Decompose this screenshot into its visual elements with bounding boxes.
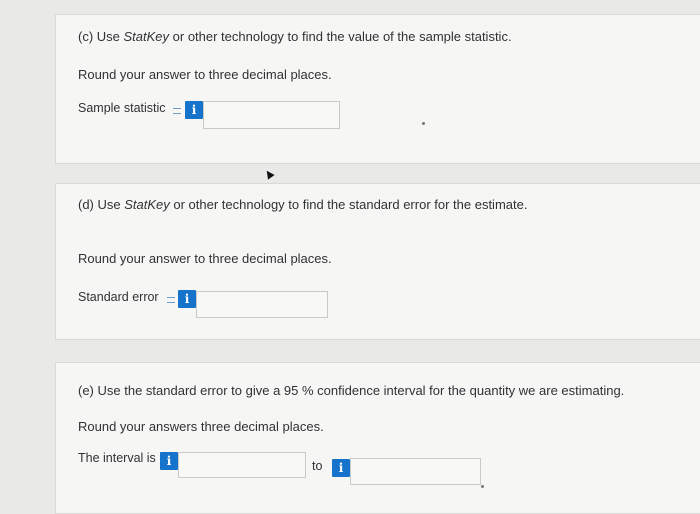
sample-statistic-label: Sample statistic — [78, 101, 166, 115]
part-d-instruction: Round your answer to three decimal place… — [78, 251, 332, 266]
standard-error-input[interactable] — [196, 291, 328, 318]
decorative-dot — [422, 122, 425, 125]
part-d-panel: (d) Use StatKey or other technology to f… — [55, 183, 700, 340]
sample-statistic-input[interactable] — [203, 101, 340, 129]
decorative-dot — [481, 485, 484, 488]
info-icon[interactable]: i — [160, 452, 178, 470]
part-c-instruction: Round your answer to three decimal place… — [78, 67, 332, 82]
part-c-panel: (c) Use StatKey or other technology to f… — [55, 14, 700, 164]
info-icon[interactable]: i — [185, 101, 203, 119]
part-d-question: (d) Use StatKey or other technology to f… — [78, 197, 528, 212]
part-e-panel: (e) Use the standard error to give a 95 … — [55, 362, 700, 514]
standard-error-label: Standard error — [78, 290, 159, 304]
interval-lower-input[interactable] — [178, 452, 306, 478]
info-icon[interactable]: i — [178, 290, 196, 308]
part-e-question: (e) Use the standard error to give a 95 … — [78, 383, 625, 398]
interval-to-label: to — [312, 459, 323, 473]
equals-sign — [173, 108, 181, 114]
interval-upper-input[interactable] — [350, 458, 481, 485]
mouse-cursor-icon — [263, 168, 275, 180]
part-c-question: (c) Use StatKey or other technology to f… — [78, 29, 512, 44]
part-e-instruction: Round your answers three decimal places. — [78, 419, 324, 434]
info-icon[interactable]: i — [332, 459, 350, 477]
equals-sign — [167, 297, 175, 303]
homework-page: (c) Use StatKey or other technology to f… — [0, 0, 700, 514]
interval-label: The interval is — [78, 451, 156, 465]
